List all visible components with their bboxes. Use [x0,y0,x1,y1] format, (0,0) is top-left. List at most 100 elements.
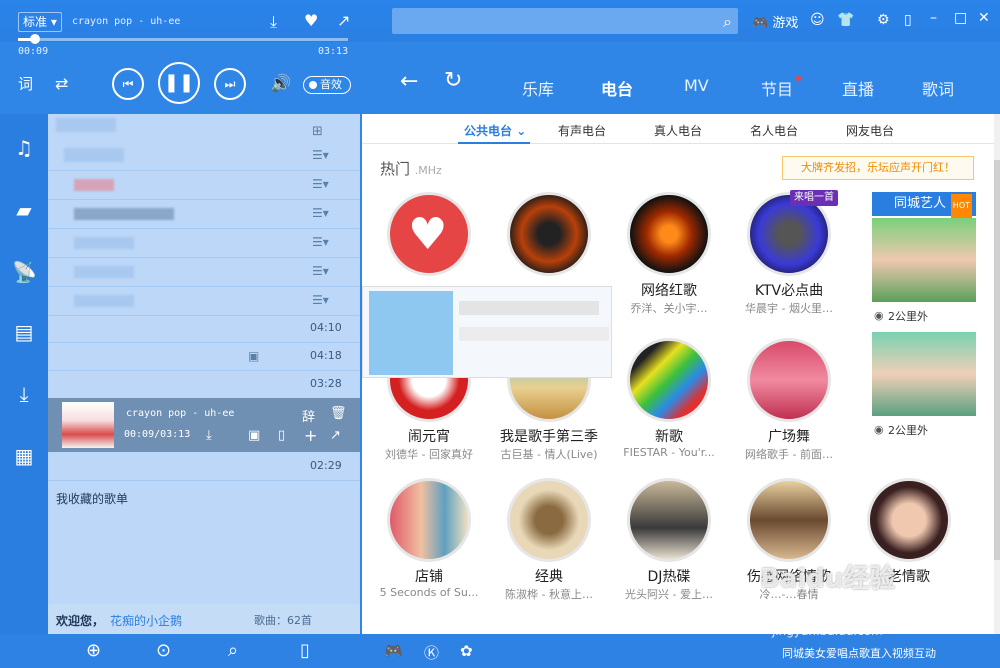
station-card[interactable]: 经典 陈淑桦 - 秋意上… [494,478,604,618]
station-cover [507,478,591,562]
progress-bar[interactable] [18,34,348,44]
apps-icon[interactable]: ▦ [12,444,36,468]
promo-banner[interactable]: 大牌齐发招，乐坛应声开门红！ [782,156,974,180]
share-icon[interactable]: ↗ [337,13,350,29]
artist-photo[interactable] [872,218,976,302]
tab-lyrics[interactable]: 歌词 [922,76,954,100]
playlist-row[interactable]: ☰▾ [48,229,360,258]
row-mv-icon[interactable]: ▣ [248,428,260,443]
station-card[interactable]: 伤感网络情歌 冷…-…春情 [734,478,844,618]
search-input[interactable] [392,8,712,34]
station-card[interactable]: 来唱一首 KTV必点曲 华晨宇 - 烟火里… [734,190,844,332]
lyrics-icon[interactable]: 词 [18,76,33,92]
progress-knob[interactable] [29,34,40,44]
sub-tabs: 公共电台 ⌄ 有声电台 真人电台 名人电台 网友电台 [362,114,994,144]
locate-icon[interactable]: ⊙ [156,640,171,661]
tab-live[interactable]: 直播 [842,76,874,100]
mobile-icon[interactable]: ▯ [300,640,310,661]
add-playlist-icon[interactable]: ⊞ [312,124,323,140]
back-icon[interactable]: ← [400,71,418,93]
playlist-row[interactable]: ☰▾ [48,142,360,171]
playlist-row[interactable]: ☰▾ [48,171,360,200]
game-button[interactable]: 🎮 游戏 [752,12,798,31]
next-icon: ⏭ [224,77,236,91]
station-card[interactable]: 老情歌 [854,478,964,618]
station-card[interactable]: 广场舞 网络歌手 - 前面… [734,338,844,478]
row-download-icon[interactable]: ⤓ [206,428,212,443]
pause-button[interactable]: ❚❚ [158,62,200,104]
playlist-row[interactable]: 02:29 [48,452,360,481]
music-note-icon[interactable]: ♫ [12,136,36,160]
next-button[interactable]: ⏭ [214,68,246,100]
phone-icon[interactable]: ▯ [904,12,912,28]
subtab-audio[interactable]: 有声电台 [558,122,606,139]
username-link[interactable]: 花痴的小企鹅 [110,612,182,629]
row-menu-icon[interactable]: ☰▾ [312,264,329,278]
trash-icon[interactable]: 🗑 [330,406,347,421]
tab-radio[interactable]: 电台 [601,76,633,100]
add-icon[interactable]: + [304,426,317,445]
station-cover [627,192,711,276]
station-cover [747,478,831,562]
subtab-public[interactable]: 公共电台 ⌄ [464,122,526,139]
lyrics-small-icon[interactable]: 辞 [302,406,315,425]
previous-button[interactable]: ⏮ [112,68,144,100]
minimize-icon[interactable]: – [930,10,937,26]
tab-shows[interactable]: 节目 [761,76,793,100]
quality-dropdown[interactable]: 标准 ▾ [18,12,62,32]
flower-icon[interactable]: ✿ [460,642,473,660]
folder-icon[interactable]: ▰ [12,198,36,222]
row-menu-icon[interactable]: ☰▾ [312,293,329,307]
volume-icon[interactable]: 🔊 [270,76,291,93]
add-circle-icon[interactable]: ⊕ [86,640,101,661]
station-card[interactable]: 店铺 5 Seconds of Su... [374,478,484,618]
tab-mv[interactable]: MV [684,76,709,95]
library-icon[interactable]: ▤ [12,320,36,344]
favorites-playlist[interactable]: 我收藏的歌单 [56,490,128,507]
playlist-row[interactable]: ☰▾ [48,200,360,229]
download-manager-icon[interactable]: ⤓ [12,382,36,406]
artist-photo[interactable] [872,332,976,416]
playlist-row[interactable]: ☰▾ [48,287,360,316]
row-menu-icon[interactable]: ☰▾ [312,177,329,191]
heart-icon[interactable]: ♥ [304,13,318,29]
playlist-row[interactable]: ☰▾ [48,258,360,287]
radio-icon[interactable]: 📡 [12,260,37,284]
row-share-icon[interactable]: ↗ [330,428,341,443]
playlist-row[interactable]: 03:28 [48,370,360,399]
row-menu-icon[interactable]: ☰▾ [312,206,329,220]
row-menu-icon[interactable]: ☰▾ [312,148,329,162]
download-icon[interactable]: ⤓ [270,14,277,30]
close-icon[interactable]: ✕ [978,10,990,26]
station-card[interactable]: 网络红歌 乔洋、关小宇… [614,192,724,332]
playlist-row[interactable]: 04:10 [48,314,360,343]
playlist-panel: ⊞ ☰▾ ☰▾ ☰▾ ☰▾ ☰▾ ☰▾ 04:10 ▣ 04:18 03:28 c… [48,114,360,634]
subtab-celebrity[interactable]: 名人电台 [750,122,798,139]
search-circle-icon[interactable]: ⌕ [228,640,238,661]
vip-icon[interactable]: ☺ [810,12,825,28]
skin-icon[interactable]: 👕 [837,12,854,28]
repeat-icon[interactable]: ⇄ [55,76,68,92]
sound-effect-toggle[interactable]: 音效 [303,76,351,94]
track-duration: 04:18 [310,349,342,362]
mv-icon[interactable]: ▣ [248,348,259,364]
now-playing-row[interactable]: crayon pop - uh-ee 00:09/03:13 辞 🗑 ⤓ ▣ ▯… [48,398,360,452]
scrollbar-thumb[interactable] [994,160,1000,560]
playlist-row[interactable]: ▣ 04:18 [48,342,360,371]
row-phone-icon[interactable]: ▯ [278,428,285,443]
maximize-icon[interactable]: □ [954,10,967,26]
refresh-icon[interactable]: ↻ [444,70,462,92]
station-card[interactable]: 新歌 FIESTAR - You'r... [614,338,724,478]
station-card[interactable]: DJ热碟 光头阿兴 - 爱上… [614,478,724,618]
subtab-user[interactable]: 网友电台 [846,122,894,139]
subtab-live[interactable]: 真人电台 [654,122,702,139]
search-box[interactable]: ⌕ [392,8,738,34]
bottom-promo-text[interactable]: 同城美女爱唱点歌直入视频互动 [782,645,936,661]
search-icon[interactable]: ⌕ [723,12,732,32]
k-song-icon[interactable]: Ⓚ [424,642,439,663]
gear-icon[interactable]: ⚙ [877,12,890,28]
local-artists-header[interactable]: 同城艺人 HOT [872,192,976,218]
row-menu-icon[interactable]: ☰▾ [312,235,329,249]
gamepad-icon[interactable]: 🎮 [384,642,403,660]
tab-library[interactable]: 乐库 [522,76,554,100]
